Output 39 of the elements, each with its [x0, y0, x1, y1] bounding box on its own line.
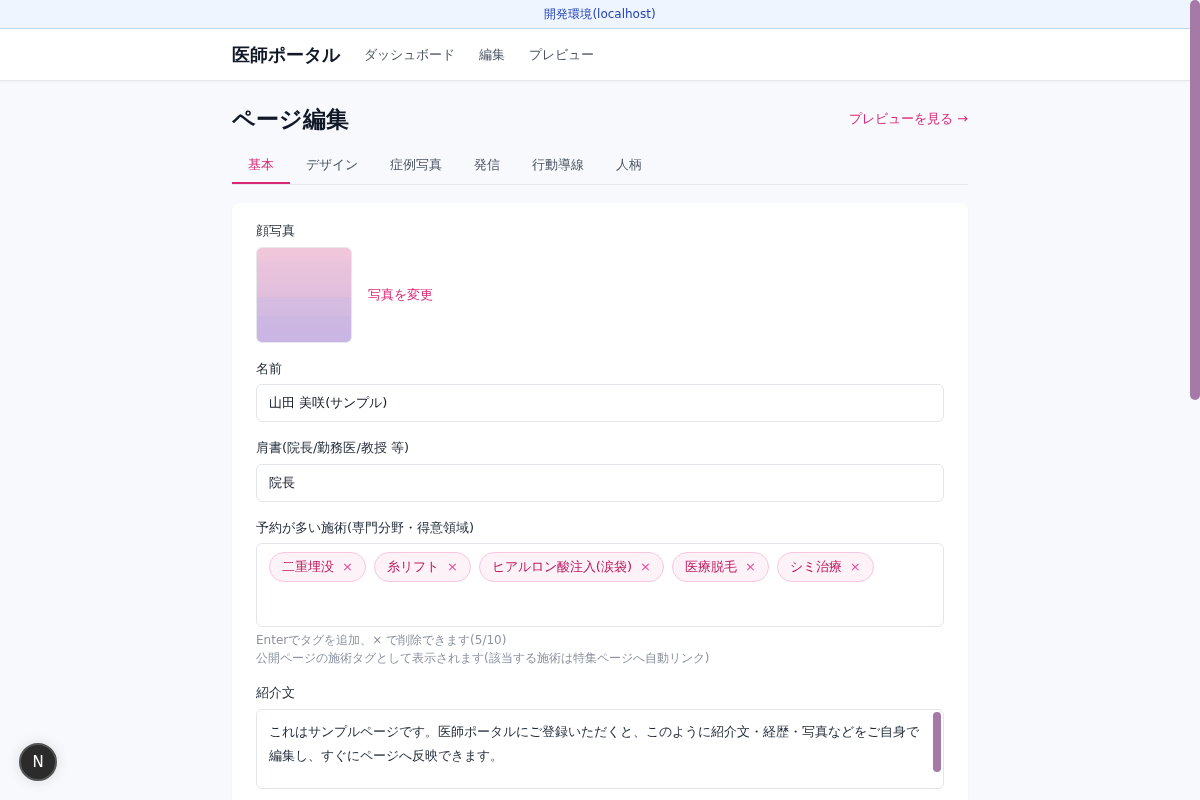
tab[interactable]: 基本: [232, 154, 290, 185]
tag-chip[interactable]: 医療脱毛 ×: [671, 552, 769, 582]
tag-chip[interactable]: 二重埋没 ×: [269, 552, 366, 582]
help-text: 公開ページの施術タグとして表示されます(該当する施術は特集ページへ自動リンク): [256, 650, 711, 668]
change-photo-link[interactable]: 写真を変更: [368, 284, 433, 305]
nav-link[interactable]: 編集: [479, 44, 505, 65]
preview-link[interactable]: プレビューを見る →: [848, 109, 968, 129]
tab[interactable]: 発信: [458, 154, 516, 185]
nav-link[interactable]: プレビュー: [529, 44, 594, 65]
tab[interactable]: 人柄: [600, 154, 658, 185]
tab[interactable]: デザイン: [290, 154, 374, 185]
field-label: 肩書(院長/勤務医/教授 等): [256, 439, 411, 458]
title-field[interactable]: 院長: [256, 463, 944, 502]
name-field[interactable]: 山田 美咲(サンプル): [256, 384, 944, 423]
tag-chip[interactable]: ヒアルロン酸注入(涙袋) ×: [478, 552, 664, 582]
tab[interactable]: 行動導線: [516, 154, 600, 185]
help-text: Enterでタグを追加、× で削除できます(5/10): [256, 632, 508, 650]
tab[interactable]: 症例写真: [374, 154, 458, 185]
tag-chip[interactable]: シミ治療 ×: [776, 552, 874, 582]
page-title: ページ編集: [232, 105, 349, 133]
remove-tag-icon[interactable]: ×: [446, 559, 458, 575]
intro-text: これはサンプルページです。医師ポータルにご登録いただくと、このように紹介文・経歴・写真などをご自身で編集し、すぐにページへ反映できます。: [269, 723, 919, 763]
brand-logo[interactable]: 医師ポータル: [232, 41, 340, 68]
field-label: 紹介文: [256, 684, 296, 703]
field-label: 予約が多い施術(専門分野・得意領域): [256, 518, 476, 537]
scrollbar[interactable]: [933, 711, 941, 772]
remove-tag-icon[interactable]: ×: [342, 559, 353, 575]
nav-link[interactable]: ダッシュボード: [364, 44, 455, 65]
dev-tools-button[interactable]: N: [19, 743, 57, 781]
field-label: 顔写真: [256, 222, 296, 241]
remove-tag-icon[interactable]: ×: [639, 559, 651, 575]
remove-tag-icon[interactable]: ×: [849, 559, 861, 575]
remove-tag-icon[interactable]: ×: [744, 559, 756, 575]
scrollbar[interactable]: [1190, 0, 1200, 400]
field-label: 名前: [256, 359, 283, 378]
tag-chip[interactable]: 糸リフト ×: [373, 552, 471, 582]
intro-textarea[interactable]: これはサンプルページです。医師ポータルにご登録いただくと、このように紹介文・経歴・写真などをご自身で編集し、すぐにページへ反映できます。: [256, 708, 944, 789]
environment-banner: 開発環境(localhost): [0, 0, 1200, 29]
tag-input-field[interactable]: 二重埋没 × 糸リフト × ヒアルロン酸注入(涙袋) × 医療脱毛 × シミ治療 ×: [256, 543, 944, 628]
